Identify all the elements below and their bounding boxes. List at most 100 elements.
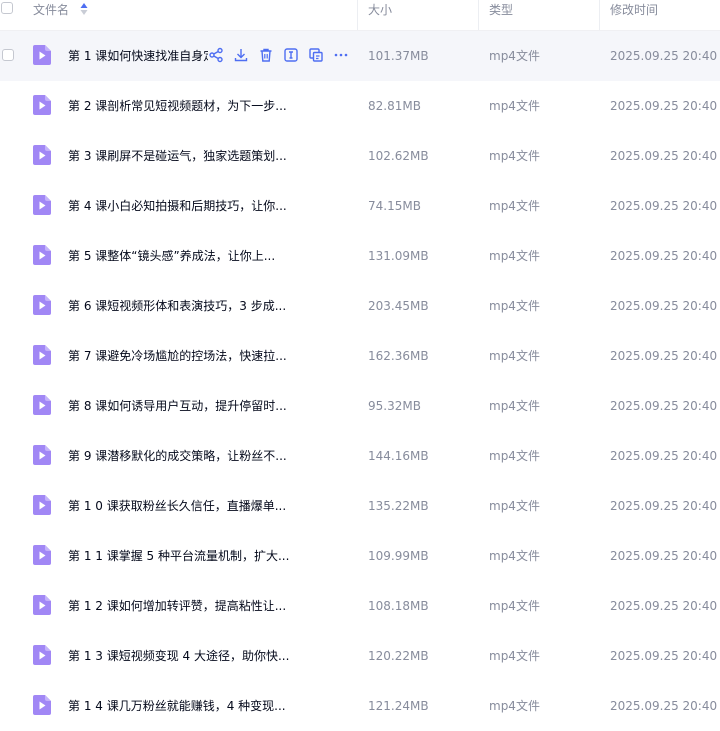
- video-file-icon: [33, 95, 51, 115]
- file-name[interactable]: 第 6 课短视频形体和表演技巧，3 步成...: [68, 281, 348, 331]
- file-modified-time: 2025.09.25 20:40: [610, 149, 718, 163]
- file-row[interactable]: 第 1 2 课如何增加转评赞，提高粘性让... 108.18MB mp4文件 2025…: [0, 581, 720, 631]
- video-file-icon: [33, 145, 51, 165]
- file-size: 162.36MB: [368, 349, 429, 363]
- file-name[interactable]: 第 1 3 课短视频变现 4 大途径，助你快...: [68, 631, 348, 681]
- file-name[interactable]: 第 2 课剖析常见短视频题材，为下一步...: [68, 81, 348, 131]
- file-name[interactable]: 第 1 课如何快速找准自身定位: [68, 31, 208, 81]
- file-row[interactable]: 第 4 课小白必知拍摄和后期技巧，让你... 74.15MB mp4文件 2025.0…: [0, 181, 720, 231]
- file-type: mp4文件: [489, 549, 540, 563]
- file-name[interactable]: 第 9 课潜移默化的成交策略，让粉丝不...: [68, 431, 348, 481]
- file-size: 109.99MB: [368, 549, 429, 563]
- file-row[interactable]: 第 8 课如何诱导用户互动，提升停留时... 95.32MB mp4文件 2025.0…: [0, 381, 720, 431]
- file-name[interactable]: 第 7 课避免冷场尴尬的控场法，快速拉...: [68, 331, 348, 381]
- sort-ascending-icon[interactable]: [80, 2, 88, 16]
- file-type: mp4文件: [489, 349, 540, 363]
- video-file-icon: [33, 345, 51, 365]
- select-all-checkbox[interactable]: [1, 2, 13, 14]
- file-type: mp4文件: [489, 199, 540, 213]
- column-header-type[interactable]: 类型: [489, 0, 513, 30]
- video-file-icon: [33, 695, 51, 715]
- video-file-icon: [33, 595, 51, 615]
- column-header-modified-label: 修改时间: [610, 3, 659, 17]
- file-size: 95.32MB: [368, 399, 421, 413]
- column-header-type-label: 类型: [489, 3, 514, 17]
- file-name[interactable]: 第 4 课小白必知拍摄和后期技巧，让你...: [68, 181, 348, 231]
- file-modified-time: 2025.09.25 20:40: [610, 599, 718, 613]
- column-header-modified[interactable]: 修改时间: [610, 0, 658, 30]
- video-file-icon: [33, 45, 51, 65]
- file-size: 120.22MB: [368, 649, 429, 663]
- file-name[interactable]: 第 1 1 课掌握 5 种平台流量机制，扩大...: [68, 531, 348, 581]
- file-type: mp4文件: [489, 649, 540, 663]
- video-file-icon: [33, 195, 51, 215]
- file-size: 203.45MB: [368, 299, 429, 313]
- file-list-header: 文件名 大小 类型 修改时间: [0, 0, 720, 31]
- file-type: mp4文件: [489, 249, 540, 263]
- file-modified-time: 2025.09.25 20:40: [610, 499, 718, 513]
- file-name[interactable]: 第 8 课如何诱导用户互动，提升停留时...: [68, 381, 348, 431]
- file-size: 121.24MB: [368, 699, 429, 713]
- row-action-toolbar: [208, 47, 349, 65]
- video-file-icon: [33, 395, 51, 415]
- file-row[interactable]: 第 1 0 课获取粉丝长久信任，直播爆单... 135.22MB mp4文件 2025…: [0, 481, 720, 531]
- file-size: 74.15MB: [368, 199, 421, 213]
- file-size: 144.16MB: [368, 449, 429, 463]
- file-name[interactable]: 第 1 4 课几万粉丝就能赚钱，4 种变现...: [68, 681, 348, 731]
- file-size: 82.81MB: [368, 99, 421, 113]
- file-modified-time: 2025.09.25 20:40: [610, 349, 718, 363]
- file-modified-time: 2025.09.25 20:40: [610, 49, 718, 63]
- column-divider[interactable]: [478, 0, 479, 30]
- file-modified-time: 2025.09.25 20:40: [610, 99, 718, 113]
- video-file-icon: [33, 445, 51, 465]
- file-size: 131.09MB: [368, 249, 429, 263]
- file-row[interactable]: 第 1 1 课掌握 5 种平台流量机制，扩大... 109.99MB mp4文件 20…: [0, 531, 720, 581]
- column-divider[interactable]: [599, 0, 600, 30]
- column-divider[interactable]: [357, 0, 358, 30]
- file-modified-time: 2025.09.25 20:40: [610, 449, 718, 463]
- file-row[interactable]: 第 2 课剖析常见短视频题材，为下一步... 82.81MB mp4文件 2025.0…: [0, 81, 720, 131]
- file-row[interactable]: 第 3 课刷屏不是碰运气，独家选题策划... 102.62MB mp4文件 2025.…: [0, 131, 720, 181]
- file-type: mp4文件: [489, 49, 540, 63]
- row-checkbox[interactable]: [2, 49, 14, 61]
- file-type: mp4文件: [489, 99, 540, 113]
- file-row[interactable]: 第 1 课如何快速找准自身定位 101.37MB mp4文件 2025.09.25 2…: [0, 31, 720, 81]
- file-name[interactable]: 第 1 0 课获取粉丝长久信任，直播爆单...: [68, 481, 348, 531]
- file-size: 135.22MB: [368, 499, 429, 513]
- file-row[interactable]: 第 6 课短视频形体和表演技巧，3 步成... 203.45MB mp4文件 2025…: [0, 281, 720, 331]
- file-row[interactable]: 第 7 课避免冷场尴尬的控场法，快速拉... 162.36MB mp4文件 2025.…: [0, 331, 720, 381]
- file-size: 101.37MB: [368, 49, 429, 63]
- column-header-name-label: 文件名: [33, 3, 70, 17]
- file-type: mp4文件: [489, 499, 540, 513]
- rename-icon[interactable]: [283, 47, 299, 63]
- video-file-icon: [33, 245, 51, 265]
- file-name[interactable]: 第 1 2 课如何增加转评赞，提高粘性让...: [68, 581, 348, 631]
- file-row[interactable]: 第 9 课潜移默化的成交策略，让粉丝不... 144.16MB mp4文件 2025.…: [0, 431, 720, 481]
- file-row[interactable]: 第 5 课整体“镜头感”养成法，让你上... 131.09MB mp4文件 2025.…: [0, 231, 720, 281]
- column-header-size[interactable]: 大小: [368, 0, 392, 30]
- file-row[interactable]: 第 1 3 课短视频变现 4 大途径，助你快... 120.22MB mp4文件 20…: [0, 631, 720, 681]
- file-type: mp4文件: [489, 449, 540, 463]
- file-type: mp4文件: [489, 299, 540, 313]
- file-name[interactable]: 第 5 课整体“镜头感”养成法，让你上...: [68, 231, 348, 281]
- file-modified-time: 2025.09.25 20:40: [610, 649, 718, 663]
- video-file-icon: [33, 645, 51, 665]
- file-type: mp4文件: [489, 149, 540, 163]
- file-modified-time: 2025.09.25 20:40: [610, 199, 718, 213]
- delete-icon[interactable]: [258, 47, 274, 63]
- file-modified-time: 2025.09.25 20:40: [610, 249, 718, 263]
- file-type: mp4文件: [489, 599, 540, 613]
- video-file-icon: [33, 545, 51, 565]
- file-row[interactable]: 第 1 4 课几万粉丝就能赚钱，4 种变现... 121.24MB mp4文件 202…: [0, 681, 720, 731]
- file-type: mp4文件: [489, 399, 540, 413]
- column-header-name[interactable]: 文件名: [33, 0, 69, 30]
- more-icon[interactable]: [333, 47, 349, 63]
- column-header-size-label: 大小: [368, 3, 393, 17]
- video-file-icon: [33, 495, 51, 515]
- download-icon[interactable]: [233, 47, 249, 63]
- file-name[interactable]: 第 3 课刷屏不是碰运气，独家选题策划...: [68, 131, 348, 181]
- copy-icon[interactable]: [308, 47, 324, 63]
- file-modified-time: 2025.09.25 20:40: [610, 549, 718, 563]
- file-size: 108.18MB: [368, 599, 429, 613]
- share-icon[interactable]: [208, 47, 224, 63]
